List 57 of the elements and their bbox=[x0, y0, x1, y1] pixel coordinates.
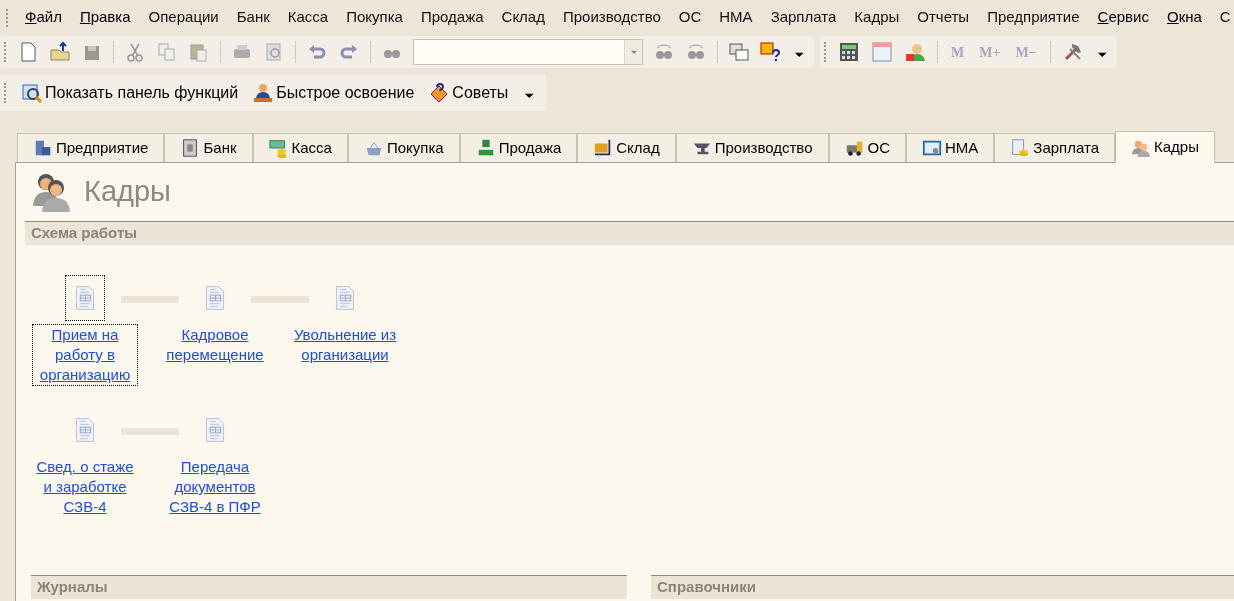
calendar-icon[interactable] bbox=[871, 41, 893, 63]
function-panel-icon bbox=[21, 82, 43, 104]
search-combo-field[interactable] bbox=[413, 39, 643, 65]
tab[interactable]: Производство bbox=[675, 133, 829, 162]
toolbar-button[interactable]: Показать панель функций bbox=[21, 80, 239, 106]
menu-item[interactable]: Файл bbox=[16, 6, 71, 29]
menu-item[interactable]: Сервис bbox=[1088, 6, 1158, 29]
menu-item[interactable]: Склад bbox=[492, 6, 554, 29]
tab[interactable]: Покупка bbox=[347, 133, 460, 162]
menu-item[interactable]: С bbox=[1210, 6, 1234, 29]
menu-item[interactable]: Зарплата bbox=[761, 6, 846, 29]
section-title: Справочники bbox=[657, 577, 756, 598]
document-link[interactable]: Передача документов СЗВ-4 в ПФР bbox=[163, 457, 267, 517]
certificate-icon bbox=[922, 138, 942, 158]
scissors-icon[interactable] bbox=[124, 41, 146, 63]
menu-item[interactable]: Банк bbox=[227, 6, 279, 29]
menu-item[interactable]: Правка bbox=[70, 6, 140, 29]
payroll-document-icon bbox=[1010, 138, 1031, 158]
windows-icon[interactable] bbox=[728, 41, 750, 63]
document-link[interactable]: Свед. о стаже и заработке СЗВ-4 bbox=[33, 457, 137, 517]
menu-item[interactable]: Кадры bbox=[845, 6, 909, 29]
coins-icon bbox=[268, 138, 289, 158]
menu-item[interactable]: Производство bbox=[553, 6, 670, 29]
menu-item[interactable]: Операции bbox=[139, 6, 228, 29]
tab[interactable]: Касса bbox=[252, 133, 348, 162]
section-title: Журналы bbox=[37, 577, 108, 598]
tab[interactable]: Предприятие bbox=[17, 133, 165, 162]
tab[interactable]: Продажа bbox=[459, 133, 578, 162]
tab[interactable]: НМА bbox=[906, 133, 995, 162]
person-at-desk-icon bbox=[252, 82, 275, 104]
menu-item[interactable]: Предприятие bbox=[978, 6, 1089, 29]
tab[interactable]: Банк bbox=[164, 133, 253, 162]
page-title: Кадры bbox=[84, 174, 171, 210]
calculator-icon[interactable] bbox=[838, 41, 860, 63]
document-link[interactable]: Увольнение из организации bbox=[293, 325, 397, 365]
tab[interactable]: Кадры bbox=[1115, 131, 1215, 163]
menu-item[interactable]: Окна bbox=[1158, 6, 1211, 29]
document-link[interactable]: Кадровое перемещение bbox=[163, 325, 267, 365]
toolbar-button[interactable]: Быстрое освоение bbox=[252, 80, 415, 106]
open-folder-icon[interactable] bbox=[49, 41, 71, 63]
document-link[interactable]: Прием на работу в организацию bbox=[33, 325, 137, 385]
tab[interactable]: Склад bbox=[577, 133, 676, 162]
building-icon bbox=[33, 138, 53, 158]
menu-item[interactable]: Покупка bbox=[337, 6, 412, 29]
menu-item[interactable]: Отчеты bbox=[908, 6, 979, 29]
menu-item[interactable]: ОС bbox=[669, 6, 711, 29]
menu-item[interactable]: Касса bbox=[278, 6, 338, 29]
toolbar-button[interactable]: Советы bbox=[428, 80, 509, 106]
menu-item[interactable]: Продажа bbox=[411, 6, 493, 29]
paste-icon[interactable] bbox=[188, 41, 210, 63]
menu-item[interactable]: НМА bbox=[710, 6, 762, 29]
section-title: Схема работы bbox=[31, 223, 138, 244]
copy-icon[interactable] bbox=[156, 41, 178, 63]
document-icon[interactable] bbox=[65, 275, 105, 321]
tab[interactable]: ОС bbox=[828, 133, 906, 162]
tab[interactable]: Зарплата bbox=[994, 133, 1116, 162]
help-icon[interactable] bbox=[760, 41, 782, 63]
